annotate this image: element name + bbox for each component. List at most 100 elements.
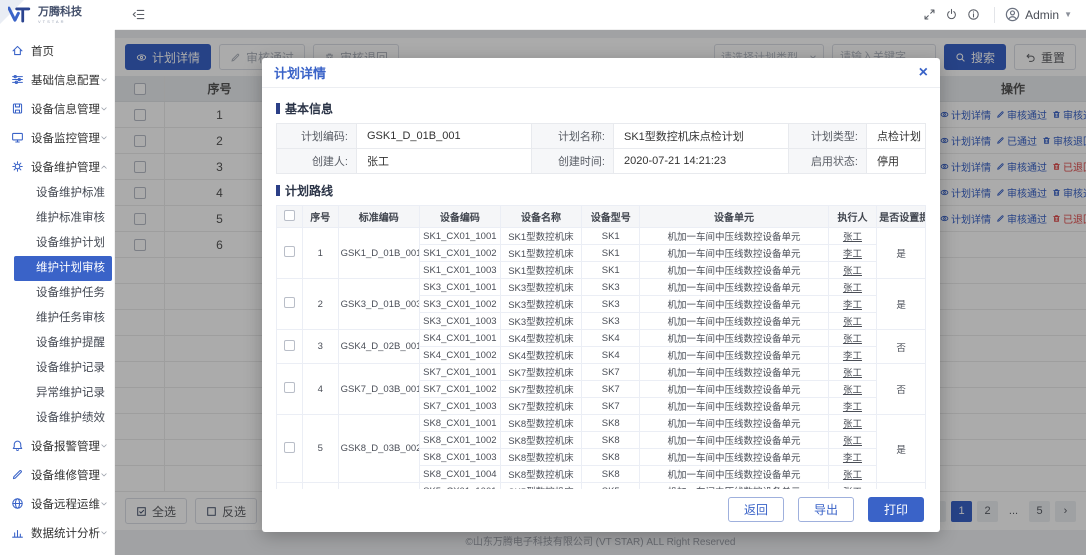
chevron-down-icon: ▼ bbox=[1064, 10, 1072, 19]
chevron-down-icon bbox=[100, 105, 108, 113]
route-column-header: 设备编码 bbox=[419, 206, 500, 228]
route-row-checkbox[interactable] bbox=[284, 382, 295, 393]
route-column-header: 序号 bbox=[302, 206, 338, 228]
sidebar-item-6[interactable]: 设备维修管理 bbox=[0, 460, 114, 489]
device-name: SK1型数控机床 bbox=[500, 228, 581, 245]
sidebar-subitem-4-5[interactable]: 维护任务审核 bbox=[0, 306, 114, 331]
device-code: SK3_CX01_1002 bbox=[419, 296, 500, 313]
device-model: SK1 bbox=[582, 245, 640, 262]
print-button[interactable]: 打印 bbox=[868, 497, 924, 522]
export-button[interactable]: 导出 bbox=[798, 497, 854, 522]
route-column-header: 设备名称 bbox=[500, 206, 581, 228]
plan-route-table: 序号标准编码设备编码设备名称设备型号设备单元执行人是否设置提醒 1 GSK1_D… bbox=[276, 205, 926, 489]
user-menu[interactable]: Admin ▼ bbox=[1005, 7, 1072, 22]
executor: 张工 bbox=[828, 381, 877, 398]
route-device-row: 5 GSK8_D_03B_002SK8_CX01_1001 SK8型数控机床 S… bbox=[277, 415, 926, 432]
sidebar-item-label: 设备远程运维 bbox=[31, 496, 100, 512]
sidebar-item-7[interactable]: 设备远程运维 bbox=[0, 489, 114, 518]
sidebar: 首页基础信息配置设备信息管理设备监控管理设备维护管理设备维护标准维护标准审核设备… bbox=[0, 30, 115, 555]
sidebar-subitem-4-1[interactable]: 维护标准审核 bbox=[0, 206, 114, 231]
device-name: SK4型数控机床 bbox=[500, 347, 581, 364]
executor: 张工 bbox=[828, 228, 877, 245]
chevron-up-icon bbox=[100, 163, 108, 171]
sidebar-item-label: 设备信息管理 bbox=[31, 101, 100, 117]
sidebar-subitem-4-9[interactable]: 设备维护绩效 bbox=[0, 406, 114, 431]
device-model: SK1 bbox=[582, 262, 640, 279]
route-header-checkbox[interactable] bbox=[284, 210, 295, 221]
route-header-row: 序号标准编码设备编码设备名称设备型号设备单元执行人是否设置提醒 bbox=[277, 206, 926, 228]
remind-flag: 否 bbox=[877, 330, 926, 364]
executor: 张工 bbox=[828, 364, 877, 381]
device-name: SK7型数控机床 bbox=[500, 381, 581, 398]
sidebar-subitem-4-7[interactable]: 设备维护记录 bbox=[0, 356, 114, 381]
sidebar-item-1[interactable]: 基础信息配置 bbox=[0, 65, 114, 94]
sidebar-collapse-icon[interactable] bbox=[127, 4, 149, 26]
device-name: SK7型数控机床 bbox=[500, 364, 581, 381]
standard-code: GSK8_D_03B_002 bbox=[338, 415, 419, 483]
sidebar-subitem-4-2[interactable]: 设备维护计划 bbox=[0, 231, 114, 256]
device-code: SK7_CX01_1002 bbox=[419, 381, 500, 398]
sidebar-item-5[interactable]: 设备报警管理 bbox=[0, 431, 114, 460]
device-name: SK8型数控机床 bbox=[500, 466, 581, 483]
device-model: SK8 bbox=[582, 415, 640, 432]
sidebar-subitem-4-0[interactable]: 设备维护标准 bbox=[0, 181, 114, 206]
route-row-checkbox[interactable] bbox=[284, 340, 295, 351]
route-column-header: 设备型号 bbox=[582, 206, 640, 228]
route-row-checkbox[interactable] bbox=[284, 297, 295, 308]
user-name: Admin bbox=[1025, 8, 1059, 22]
back-button[interactable]: 返回 bbox=[728, 497, 784, 522]
sidebar-item-2[interactable]: 设备信息管理 bbox=[0, 94, 114, 123]
executor: 张工 bbox=[828, 432, 877, 449]
route-seq: 2 bbox=[302, 279, 338, 330]
route-column-header: 设备单元 bbox=[640, 206, 828, 228]
power-icon[interactable] bbox=[940, 4, 962, 26]
sidebar-item-8[interactable]: 数据统计分析 bbox=[0, 518, 114, 547]
device-model: SK3 bbox=[582, 296, 640, 313]
device-name: SK4型数控机床 bbox=[500, 330, 581, 347]
device-unit: 机加一车间中压线数控设备单元 bbox=[640, 296, 828, 313]
sidebar-subitem-4-8[interactable]: 异常维护记录 bbox=[0, 381, 114, 406]
sidebar-item-4[interactable]: 设备维护管理 bbox=[0, 152, 114, 181]
route-row-checkbox[interactable] bbox=[284, 246, 295, 257]
device-code: SK4_CX01_1001 bbox=[419, 330, 500, 347]
chevron-down-icon bbox=[100, 471, 108, 479]
device-model: SK4 bbox=[582, 330, 640, 347]
device-name: SK1型数控机床 bbox=[500, 245, 581, 262]
modal-header: 计划详情 × bbox=[262, 58, 940, 88]
route-device-row: 3 GSK4_D_02B_001SK4_CX01_1001 SK4型数控机床 S… bbox=[277, 330, 926, 347]
modal-body: 基本信息 计划编码: GSK1_D_01B_001 计划名称: SK1型数控机床… bbox=[262, 88, 940, 489]
route-row-checkbox[interactable] bbox=[284, 442, 295, 453]
route-device-row: 2 GSK3_D_01B_003SK3_CX01_1001 SK3型数控机床 S… bbox=[277, 279, 926, 296]
sidebar-item-0[interactable]: 首页 bbox=[0, 36, 114, 65]
content-area: 计划详情 审核通过 审核退回 请选择计划类型 bbox=[115, 30, 1086, 555]
plan-code-value: GSK1_D_01B_001 bbox=[357, 124, 532, 149]
device-unit: 机加一车间中压线数控设备单元 bbox=[640, 364, 828, 381]
modal-title: 计划详情 bbox=[274, 63, 326, 82]
sidebar-subitem-4-4[interactable]: 设备维护任务 bbox=[0, 281, 114, 306]
close-icon[interactable]: × bbox=[919, 65, 928, 81]
remind-flag: 是 bbox=[877, 228, 926, 279]
device-model: SK7 bbox=[582, 398, 640, 415]
device-model: SK4 bbox=[582, 347, 640, 364]
route-section-title: 计划路线 bbox=[276, 182, 926, 199]
sidebar-item-3[interactable]: 设备监控管理 bbox=[0, 123, 114, 152]
device-name: SK1型数控机床 bbox=[500, 262, 581, 279]
device-name: SK3型数控机床 bbox=[500, 296, 581, 313]
plan-type-value: 点检计划 bbox=[867, 124, 926, 149]
device-unit: 机加一车间中压线数控设备单元 bbox=[640, 398, 828, 415]
section-marker bbox=[276, 103, 280, 114]
executor: 张工 bbox=[828, 466, 877, 483]
sidebar-subitem-4-6[interactable]: 设备维护提醒 bbox=[0, 331, 114, 356]
device-code: SK8_CX01_1002 bbox=[419, 432, 500, 449]
creator-label: 创建人: bbox=[277, 149, 357, 174]
device-model: SK8 bbox=[582, 466, 640, 483]
sidebar-item-label: 设备维修管理 bbox=[31, 467, 100, 483]
route-seq: 4 bbox=[302, 364, 338, 415]
device-icon bbox=[11, 102, 24, 115]
executor: 李工 bbox=[828, 398, 877, 415]
fullscreen-icon[interactable] bbox=[918, 4, 940, 26]
alarm-icon bbox=[11, 439, 24, 452]
device-name: SK8型数控机床 bbox=[500, 415, 581, 432]
sidebar-subitem-4-3[interactable]: 维护计划审核 bbox=[14, 256, 112, 281]
info-icon[interactable] bbox=[962, 4, 984, 26]
